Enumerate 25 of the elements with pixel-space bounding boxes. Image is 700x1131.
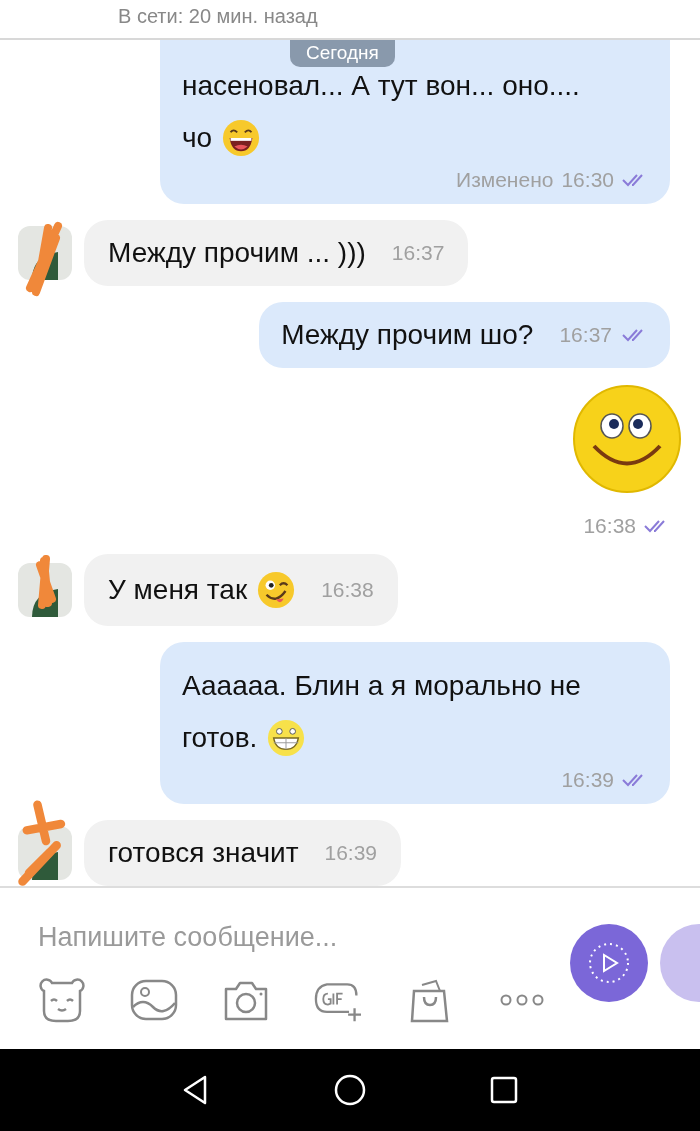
message-text: Между прочим ... ))) (108, 236, 366, 269)
message-time: 16:38 (583, 513, 636, 538)
message-time: 16:37 (391, 240, 445, 265)
winking-emoji-icon (257, 570, 296, 609)
message-text: Аааааа. Блин а я морально не (182, 669, 581, 702)
bear-face-icon[interactable] (36, 976, 88, 1023)
message-text: У меня так (108, 573, 248, 606)
message-input[interactable]: Напишите сообщение... (36, 921, 558, 955)
laughing-emoji-icon (222, 118, 261, 157)
online-status: В сети: 20 мин. назад (118, 4, 318, 28)
message-text: готов. (182, 721, 258, 754)
play-icon (587, 940, 631, 985)
message-time: 16:37 (559, 322, 612, 347)
message-time: 16:39 (324, 840, 377, 865)
message-text: готовся значит (108, 836, 299, 869)
edited-label: Изменено (456, 167, 554, 192)
message-text: Между прочим шо? (281, 318, 534, 351)
home-icon[interactable] (333, 1073, 367, 1108)
message-time: 16:38 (321, 577, 374, 602)
message-text: насеновал... А тут вон... оно.... (182, 69, 580, 102)
message-text: чо (182, 121, 213, 154)
date-label: Сегодня (290, 39, 395, 67)
grinning-emoji-icon (267, 718, 306, 757)
message-time: 16:30 (561, 167, 614, 192)
message-time: 16:39 (561, 767, 614, 792)
